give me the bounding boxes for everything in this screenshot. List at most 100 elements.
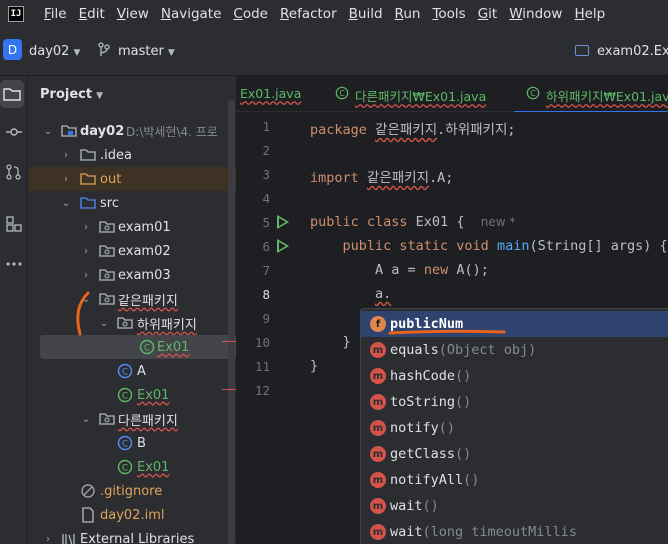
class-icon: C bbox=[117, 435, 133, 451]
project-selector[interactable]: day02 ▼ bbox=[29, 44, 80, 59]
code-token: 같은패키지 bbox=[375, 122, 438, 138]
completion-item-wait-timeout[interactable]: m wait(long timeoutMillis bbox=[361, 519, 668, 544]
svg-text:C: C bbox=[122, 368, 128, 378]
tree-node-class-b[interactable]: C B bbox=[28, 431, 236, 455]
completion-name: getClass bbox=[390, 446, 456, 462]
expand-arrow-icon[interactable]: › bbox=[80, 222, 92, 233]
completion-name: hashCode bbox=[390, 368, 456, 384]
tree-node-out[interactable]: › out bbox=[28, 167, 236, 191]
tree-label: day02 bbox=[80, 123, 125, 139]
project-tool-icon[interactable] bbox=[0, 80, 24, 108]
completion-item-notifyall[interactable]: m notifyAll() bbox=[361, 467, 668, 493]
more-tools-icon[interactable] bbox=[0, 250, 28, 278]
menu-edit[interactable]: Edit bbox=[79, 6, 105, 22]
completion-item-wait[interactable]: m wait() bbox=[361, 493, 668, 519]
tree-label: exam03 bbox=[118, 267, 171, 283]
expand-arrow-icon[interactable]: ⌄ bbox=[42, 126, 54, 137]
tree-node-class-a[interactable]: C A bbox=[28, 359, 236, 383]
tab-ex01[interactable]: Ex01.java bbox=[240, 86, 301, 101]
line-number: 9 bbox=[262, 311, 270, 326]
tree-node-sub-package[interactable]: ⌄ 하위패키지 bbox=[28, 311, 236, 335]
line-number: 6 bbox=[262, 239, 270, 254]
tree-node-same-package[interactable]: ⌄ 같은패키지 bbox=[28, 287, 236, 311]
tree-node-src[interactable]: ⌄ src bbox=[28, 191, 236, 215]
class-icon: C bbox=[117, 363, 133, 379]
line-number: 7 bbox=[262, 263, 270, 278]
line-number: 1 bbox=[262, 119, 270, 134]
line-number: 11 bbox=[254, 359, 270, 374]
menu-navigate[interactable]: Navigate bbox=[161, 6, 222, 22]
expand-arrow-icon[interactable]: ⌄ bbox=[60, 198, 72, 209]
completion-item-hashcode[interactable]: m hashCode() bbox=[361, 363, 668, 389]
tree-node-ex01-same[interactable]: C Ex01 bbox=[28, 383, 236, 407]
menu-view[interactable]: View bbox=[117, 6, 149, 22]
line-number: 4 bbox=[262, 191, 270, 206]
annotation-underline-icon bbox=[388, 329, 506, 335]
expand-arrow-icon[interactable]: › bbox=[42, 534, 54, 544]
run-config-selector[interactable]: exam02.Ex02 bbox=[597, 44, 668, 59]
structure-tool-icon[interactable] bbox=[0, 210, 28, 238]
menu-refactor[interactable]: Refactor bbox=[280, 6, 337, 22]
completion-item-tostring[interactable]: m toString() bbox=[361, 389, 668, 415]
expand-arrow-icon[interactable]: ⌄ bbox=[80, 414, 92, 425]
tree-node-other-package[interactable]: ⌄ 다른패키지 bbox=[28, 407, 236, 431]
menu-run[interactable]: Run bbox=[395, 6, 421, 22]
project-badge[interactable]: D bbox=[3, 39, 22, 60]
tree-label: B bbox=[137, 435, 146, 451]
tool-window-stripe bbox=[0, 76, 28, 544]
chevron-down-icon: ▼ bbox=[73, 48, 81, 58]
expand-arrow-icon[interactable]: ⌄ bbox=[98, 318, 110, 329]
completion-item-notify[interactable]: m notify() bbox=[361, 415, 668, 441]
completion-name: notify bbox=[390, 420, 439, 436]
completion-name: equals bbox=[390, 342, 439, 358]
line-number: 2 bbox=[262, 143, 270, 158]
branch-selector[interactable]: master ▼ bbox=[118, 44, 175, 59]
pull-requests-icon[interactable] bbox=[0, 158, 28, 186]
tree-node-exam01[interactable]: › exam01 bbox=[28, 215, 236, 239]
run-config-icon bbox=[575, 45, 589, 56]
code-token: main bbox=[496, 238, 530, 254]
expand-arrow-icon[interactable]: › bbox=[80, 270, 92, 281]
inlay-hint[interactable]: new * bbox=[481, 215, 516, 229]
tree-node-ex01-other[interactable]: C Ex01 bbox=[28, 455, 236, 479]
tree-node-external-libraries[interactable]: › External Libraries bbox=[28, 527, 236, 544]
tree-node-root[interactable]: ⌄ day02 D:\박세현\4. 프로 bbox=[28, 119, 236, 143]
run-main-icon[interactable] bbox=[277, 239, 289, 253]
tree-node-gitignore[interactable]: .gitignore bbox=[28, 479, 236, 503]
project-panel-title[interactable]: Project ▼ bbox=[40, 87, 103, 102]
tree-label: src bbox=[100, 195, 119, 211]
completion-signature: () bbox=[455, 446, 472, 462]
menu-file[interactable]: File bbox=[44, 6, 67, 22]
tab-sub-ex01[interactable]: 하위패키지₩Ex01.java bbox=[546, 86, 668, 105]
code-token: 같은패키지 bbox=[366, 170, 430, 186]
menu-git[interactable]: Git bbox=[478, 6, 498, 22]
package-icon bbox=[99, 245, 115, 257]
run-class-icon[interactable] bbox=[277, 215, 289, 229]
tree-label: .idea bbox=[100, 147, 132, 163]
java-class-icon: C bbox=[139, 339, 155, 355]
expand-arrow-icon[interactable]: › bbox=[60, 150, 72, 161]
tree-node-idea[interactable]: › .idea bbox=[28, 143, 236, 167]
menu-build[interactable]: Build bbox=[349, 6, 383, 22]
code-token: .A; bbox=[429, 170, 454, 186]
completion-label: equals(Object obj) bbox=[390, 342, 536, 358]
commit-tool-icon[interactable] bbox=[0, 118, 28, 146]
menu-tools[interactable]: Tools bbox=[432, 6, 465, 22]
menu-window[interactable]: Window bbox=[509, 6, 562, 22]
intellij-logo-icon[interactable]: IJ bbox=[8, 6, 24, 22]
expand-arrow-icon[interactable]: › bbox=[80, 246, 92, 257]
project-panel-scrollbar[interactable] bbox=[228, 100, 235, 544]
final-method-icon: m bbox=[370, 420, 386, 436]
tab-other-ex01[interactable]: 다른패키지₩Ex01.java bbox=[355, 86, 486, 105]
tree-node-exam02[interactable]: › exam02 bbox=[28, 239, 236, 263]
menu-bar: IJ File Edit View Navigate Code Refactor… bbox=[0, 0, 668, 28]
expand-arrow-icon[interactable]: › bbox=[60, 174, 72, 185]
menu-help[interactable]: Help bbox=[574, 6, 605, 22]
package-icon bbox=[99, 269, 115, 281]
tree-node-iml[interactable]: day02.iml bbox=[28, 503, 236, 527]
completion-item-getclass[interactable]: m getClass() bbox=[361, 441, 668, 467]
tree-node-exam03[interactable]: › exam03 bbox=[28, 263, 236, 287]
completion-item-equals[interactable]: m equals(Object obj) bbox=[361, 337, 668, 363]
tree-label: 하위패키지 bbox=[137, 317, 197, 333]
menu-code[interactable]: Code bbox=[233, 6, 268, 22]
